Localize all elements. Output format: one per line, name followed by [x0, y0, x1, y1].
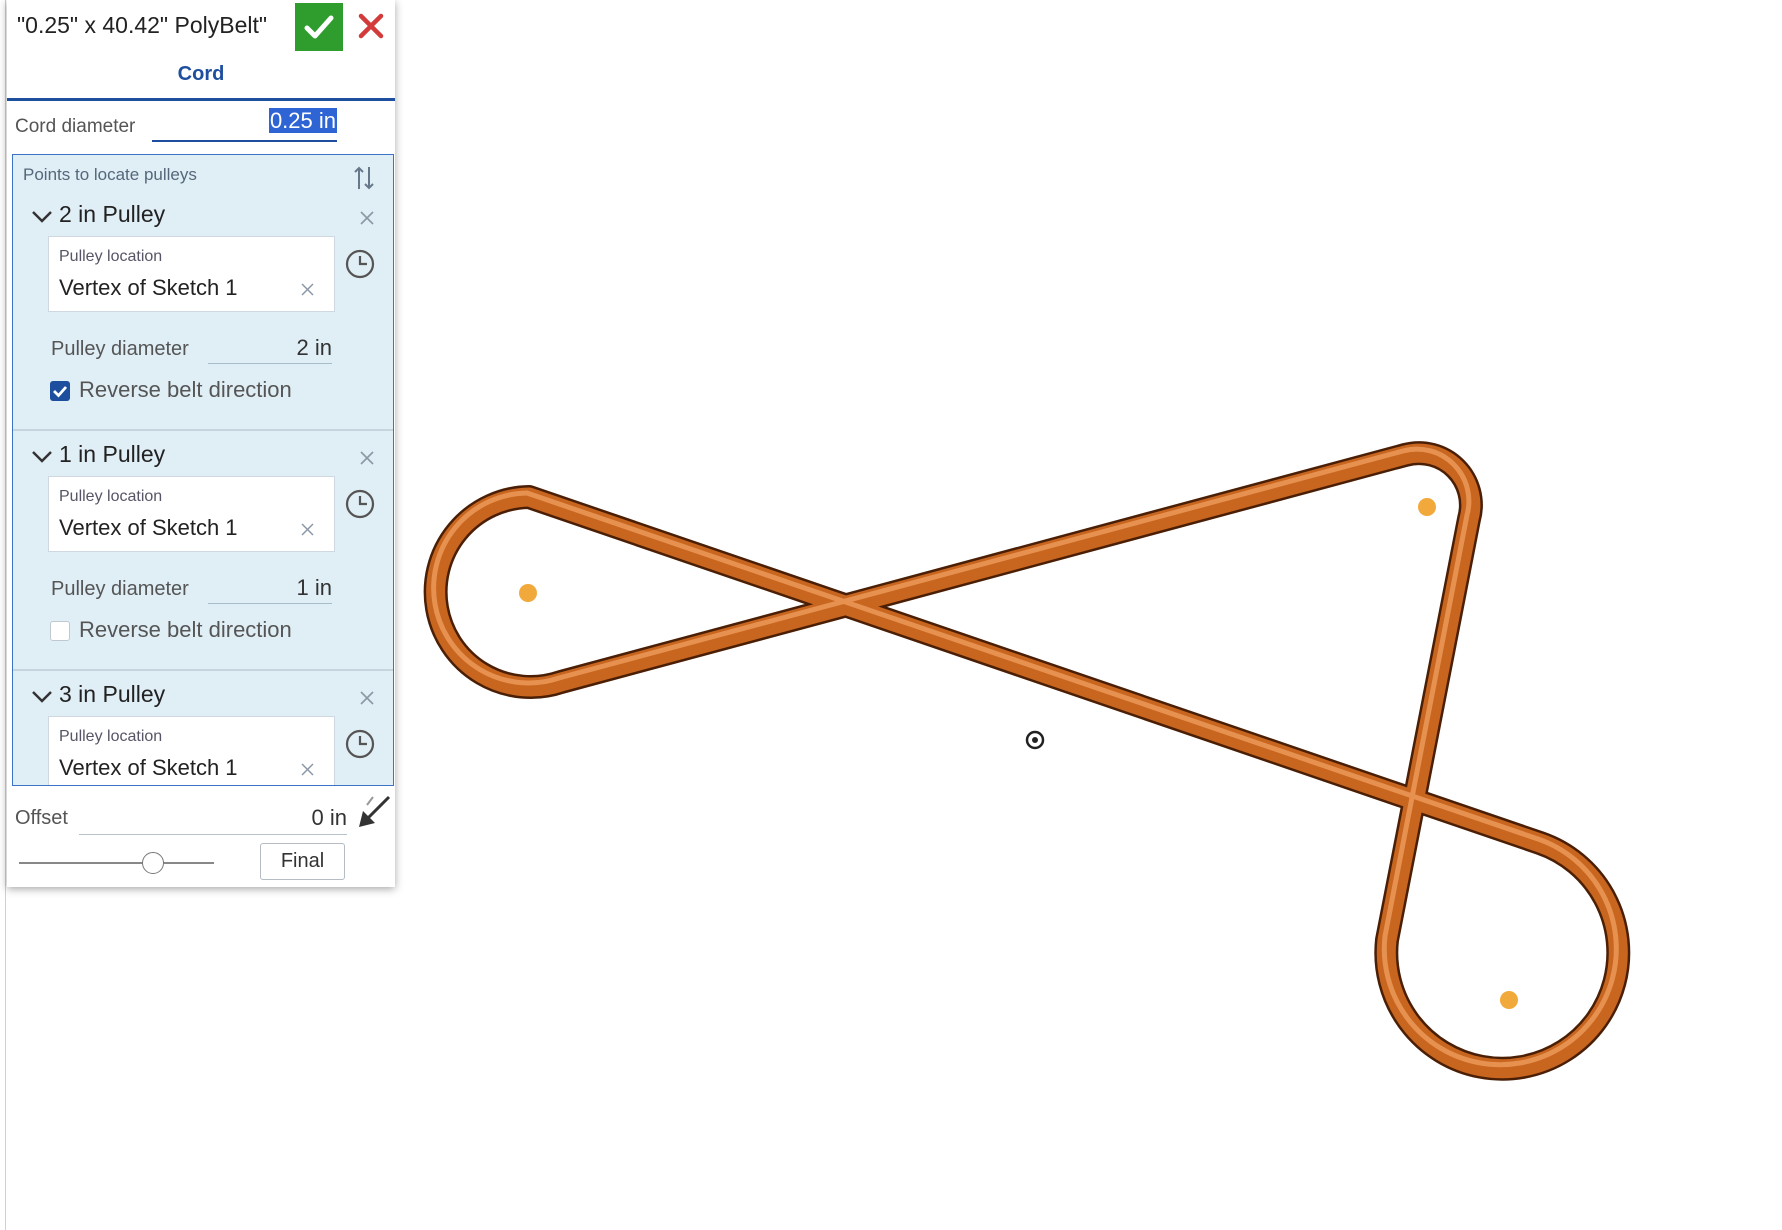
clear-selection-icon[interactable]: [301, 763, 314, 776]
cancel-button[interactable]: [353, 8, 389, 44]
pulley-name[interactable]: 1 in Pulley: [59, 441, 165, 468]
feature-title[interactable]: "0.25" x 40.42" PolyBelt": [17, 12, 267, 39]
remove-pulley-icon[interactable]: [360, 691, 374, 705]
pulley-location-field[interactable]: Pulley location Vertex of Sketch 1: [48, 476, 335, 552]
remove-pulley-icon[interactable]: [360, 451, 374, 465]
remove-pulley-icon[interactable]: [360, 211, 374, 225]
preview-slider-thumb[interactable]: [141, 852, 164, 874]
pulley-location-label: Pulley location: [59, 728, 163, 745]
pulley-location-value: Vertex of Sketch 1: [59, 275, 238, 300]
pulley-point-1[interactable]: [519, 584, 537, 602]
pulley-location-value: Vertex of Sketch 1: [59, 755, 238, 780]
pulley-list: Points to locate pulleys 2 in Pulley Pul…: [12, 154, 394, 786]
close-icon: [358, 13, 384, 39]
pulley-diameter-label: Pulley diameter: [51, 338, 189, 360]
origin-icon[interactable]: [1025, 730, 1045, 750]
history-icon[interactable]: [344, 728, 376, 760]
checkbox-check-icon: [53, 386, 68, 398]
reorder-icon[interactable]: [353, 165, 375, 191]
pulley-item-2in: 2 in Pulley Pulley location Vertex of Sk…: [13, 191, 393, 431]
reverse-belt-label[interactable]: Reverse belt direction: [79, 617, 292, 643]
dialog-header: "0.25" x 40.42" PolyBelt": [7, 0, 395, 52]
reverse-belt-checkbox[interactable]: [50, 621, 70, 641]
chevron-down-icon[interactable]: [31, 210, 53, 224]
pulley-location-field[interactable]: Pulley location Vertex of Sketch 1: [48, 236, 335, 312]
pulley-diameter-input[interactable]: [208, 573, 332, 604]
pulley-diameter-input[interactable]: [208, 333, 332, 364]
pulley-location-field[interactable]: Pulley location Vertex of Sketch 1: [48, 716, 335, 785]
cord-diameter-input[interactable]: 0.25 in: [152, 108, 337, 142]
pulley-item-3in: 3 in Pulley Pulley location Vertex of Sk…: [13, 671, 393, 785]
cord-diameter-label: Cord diameter: [15, 116, 136, 137]
history-icon[interactable]: [344, 488, 376, 520]
history-icon[interactable]: [344, 248, 376, 280]
pulley-location-label: Pulley location: [59, 488, 163, 505]
reverse-belt-checkbox[interactable]: [50, 381, 70, 401]
chevron-down-icon[interactable]: [31, 450, 53, 464]
chevron-down-icon[interactable]: [31, 690, 53, 704]
clear-selection-icon[interactable]: [301, 523, 314, 536]
pulley-point-2[interactable]: [1418, 498, 1436, 516]
offset-input[interactable]: [79, 802, 347, 835]
tab-cord[interactable]: Cord: [7, 63, 395, 86]
clear-selection-icon[interactable]: [301, 283, 314, 296]
accept-button[interactable]: [295, 3, 343, 51]
pulley-item-1in: 1 in Pulley Pulley location Vertex of Sk…: [13, 431, 393, 671]
pulley-location-value: Vertex of Sketch 1: [59, 515, 238, 540]
pulley-point-3[interactable]: [1500, 991, 1518, 1009]
pulley-location-label: Pulley location: [59, 248, 163, 265]
check-icon: [304, 15, 334, 39]
preview-slider-track[interactable]: [19, 862, 214, 864]
belt[interactable]: [423, 441, 1631, 1081]
reverse-belt-label[interactable]: Reverse belt direction: [79, 377, 292, 403]
pulley-name[interactable]: 2 in Pulley: [59, 201, 165, 228]
flip-direction-icon[interactable]: [357, 795, 391, 829]
polybelt-feature-dialog: "0.25" x 40.42" PolyBelt" Cord Cord diam…: [7, 0, 395, 887]
cord-diameter-value: 0.25 in: [268, 108, 337, 133]
pulley-diameter-label: Pulley diameter: [51, 578, 189, 600]
final-button[interactable]: Final: [260, 843, 345, 880]
viewport-edge: [5, 0, 6, 1230]
tab-bar: Cord: [7, 56, 395, 101]
pulley-list-title: Points to locate pulleys: [23, 165, 197, 184]
pulley-name[interactable]: 3 in Pulley: [59, 681, 165, 708]
offset-label: Offset: [15, 807, 68, 829]
